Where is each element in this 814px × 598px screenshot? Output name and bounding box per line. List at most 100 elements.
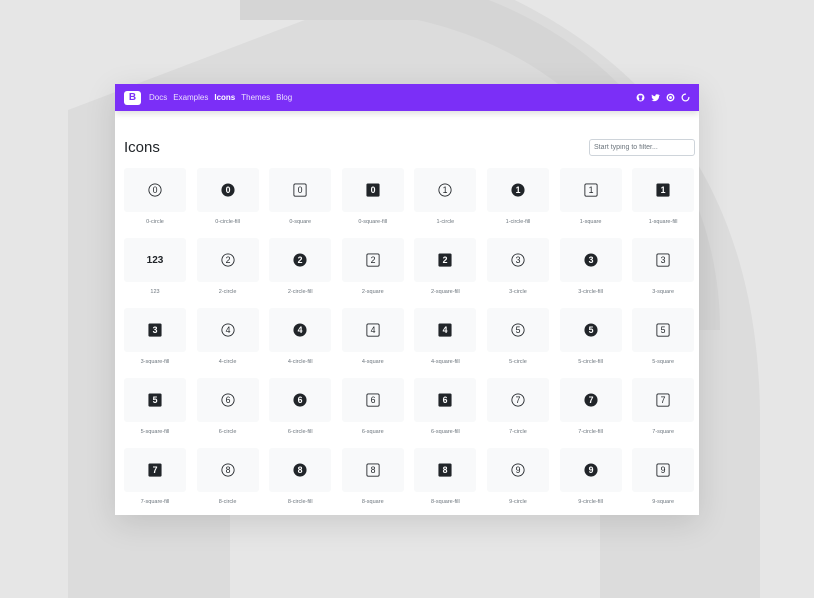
icon-label: 9-circle-fill bbox=[578, 499, 603, 505]
icon-label: 1-square-fill bbox=[648, 219, 678, 225]
7-circle-icon: 7 bbox=[511, 393, 525, 407]
icon-card-8-square[interactable]: 8 8-square bbox=[341, 448, 404, 515]
svg-text:4: 4 bbox=[443, 325, 448, 335]
1-square-fill-icon: 1 bbox=[656, 183, 670, 197]
9-circle-icon: 9 bbox=[511, 463, 525, 477]
icon-card-4-circle[interactable]: 4 4-circle bbox=[196, 308, 259, 378]
8-square-fill-icon: 8 bbox=[438, 463, 452, 477]
icon-label: 3-circle bbox=[509, 289, 527, 295]
icon-card-5-square[interactable]: 5 5-square bbox=[632, 308, 695, 378]
icon-card-1-square-fill[interactable]: 1 1-square-fill bbox=[632, 168, 695, 238]
github-icon[interactable] bbox=[636, 93, 645, 102]
icon-label: 7-circle bbox=[509, 429, 527, 435]
icon-card-3-square-fill[interactable]: 3 3-square-fill bbox=[124, 308, 186, 378]
icon-card-2-circle[interactable]: 2 2-circle bbox=[196, 238, 259, 308]
svg-text:6: 6 bbox=[225, 395, 230, 405]
icon-card-4-circle-fill[interactable]: 4 4-circle-fill bbox=[269, 308, 332, 378]
page-header: Icons bbox=[115, 111, 699, 163]
svg-text:2: 2 bbox=[298, 255, 303, 265]
6-circle-icon: 6 bbox=[221, 393, 235, 407]
icon-card-1-circle-fill[interactable]: 1 1-circle-fill bbox=[486, 168, 549, 238]
7-circle-fill-icon: 7 bbox=[584, 393, 598, 407]
svg-text:1: 1 bbox=[661, 185, 666, 195]
icon-tile: 4 bbox=[341, 308, 404, 352]
icon-tile: 4 bbox=[196, 308, 259, 352]
nav-link-icons[interactable]: Icons bbox=[214, 93, 235, 102]
loading-icon[interactable] bbox=[681, 93, 690, 102]
icon-tile: 2 bbox=[269, 238, 332, 282]
icon-card-123[interactable]: 123 123 bbox=[124, 238, 186, 308]
icon-label: 4-circle-fill bbox=[287, 359, 313, 365]
icon-card-0-square-fill[interactable]: 0 0-square-fill bbox=[341, 168, 404, 238]
icon-card-5-square-fill[interactable]: 5 5-square-fill bbox=[124, 378, 186, 448]
icon-tile: 1 bbox=[559, 168, 622, 212]
1-square-icon: 1 bbox=[584, 183, 598, 197]
icon-card-6-square-fill[interactable]: 6 6-square-fill bbox=[414, 378, 477, 448]
icon-card-7-square-fill[interactable]: 7 7-square-fill bbox=[124, 448, 186, 515]
icon-card-6-square[interactable]: 6 6-square bbox=[341, 378, 404, 448]
twitter-icon[interactable] bbox=[651, 93, 660, 102]
6-circle-fill-icon: 6 bbox=[293, 393, 307, 407]
icon-tile: 123 bbox=[124, 238, 186, 282]
nav-link-blog[interactable]: Blog bbox=[276, 93, 292, 102]
nav-link-examples[interactable]: Examples bbox=[173, 93, 208, 102]
5-circle-icon: 5 bbox=[511, 323, 525, 337]
browser-window: B Docs Examples Icons Themes Blog Icons … bbox=[115, 84, 699, 515]
icon-card-9-circle[interactable]: 9 9-circle bbox=[486, 448, 549, 515]
icon-tile: 5 bbox=[632, 308, 695, 352]
0-square-icon: 0 bbox=[293, 183, 307, 197]
icon-tile: 8 bbox=[414, 448, 477, 492]
svg-text:8: 8 bbox=[225, 465, 230, 475]
icon-card-5-circle[interactable]: 5 5-circle bbox=[486, 308, 549, 378]
icon-card-3-circle[interactable]: 3 3-circle bbox=[486, 238, 549, 308]
9-square-icon: 9 bbox=[656, 463, 670, 477]
icon-label: 4-square-fill bbox=[431, 359, 460, 365]
4-square-fill-icon: 4 bbox=[438, 323, 452, 337]
icon-card-3-circle-fill[interactable]: 3 3-circle-fill bbox=[559, 238, 622, 308]
icon-card-8-circle-fill[interactable]: 8 8-circle-fill bbox=[269, 448, 332, 515]
svg-text:2: 2 bbox=[443, 255, 448, 265]
icon-tile: 4 bbox=[414, 308, 477, 352]
icon-tile: 0 bbox=[124, 168, 186, 212]
icon-label: 5-square bbox=[652, 359, 675, 365]
svg-text:4: 4 bbox=[225, 325, 230, 335]
icon-card-6-circle[interactable]: 6 6-circle bbox=[196, 378, 259, 448]
brand-logo[interactable]: B bbox=[124, 90, 141, 105]
icon-card-4-square[interactable]: 4 4-square bbox=[341, 308, 404, 378]
icon-card-9-square[interactable]: 9 9-square bbox=[632, 448, 695, 515]
icon-card-6-circle-fill[interactable]: 6 6-circle-fill bbox=[269, 378, 332, 448]
icon-label: 5-circle bbox=[509, 359, 527, 365]
icon-card-0-circle[interactable]: 0 0-circle bbox=[124, 168, 186, 238]
icon-tile: 9 bbox=[486, 448, 549, 492]
icon-grid: 0 0-circle 0 0-circle-fill 0 0-square 0 0-squar… bbox=[124, 168, 695, 515]
5-square-fill-icon: 5 bbox=[148, 393, 162, 407]
icon-card-7-circle-fill[interactable]: 7 7-circle-fill bbox=[559, 378, 622, 448]
icon-card-7-square[interactable]: 7 7-square bbox=[632, 378, 695, 448]
icon-card-1-square[interactable]: 1 1-square bbox=[559, 168, 622, 238]
icon-card-8-square-fill[interactable]: 8 8-square-fill bbox=[414, 448, 477, 515]
icon-card-0-circle-fill[interactable]: 0 0-circle-fill bbox=[196, 168, 259, 238]
svg-text:1: 1 bbox=[588, 185, 593, 195]
icon-card-8-circle[interactable]: 8 8-circle bbox=[196, 448, 259, 515]
icon-card-7-circle[interactable]: 7 7-circle bbox=[486, 378, 549, 448]
opencollective-icon[interactable] bbox=[666, 93, 675, 102]
icon-card-1-circle[interactable]: 1 1-circle bbox=[414, 168, 477, 238]
navbar: B Docs Examples Icons Themes Blog bbox=[115, 84, 699, 111]
icon-card-0-square[interactable]: 0 0-square bbox=[269, 168, 332, 238]
icon-tile: 5 bbox=[124, 378, 186, 422]
icon-tile: 1 bbox=[486, 168, 549, 212]
nav-link-themes[interactable]: Themes bbox=[241, 93, 270, 102]
1-circle-icon: 1 bbox=[438, 183, 452, 197]
icon-card-2-square-fill[interactable]: 2 2-square-fill bbox=[414, 238, 477, 308]
icon-card-4-square-fill[interactable]: 4 4-square-fill bbox=[414, 308, 477, 378]
icon-card-3-square[interactable]: 3 3-square bbox=[632, 238, 695, 308]
icon-tile: 4 bbox=[269, 308, 332, 352]
icon-card-5-circle-fill[interactable]: 5 5-circle-fill bbox=[559, 308, 622, 378]
icon-label: 4-square bbox=[361, 359, 384, 365]
icon-card-2-square[interactable]: 2 2-square bbox=[341, 238, 404, 308]
nav-link-docs[interactable]: Docs bbox=[149, 93, 167, 102]
icon-card-9-circle-fill[interactable]: 9 9-circle-fill bbox=[559, 448, 622, 515]
icon-card-2-circle-fill[interactable]: 2 2-circle-fill bbox=[269, 238, 332, 308]
filter-input[interactable] bbox=[589, 139, 695, 156]
6-square-icon: 6 bbox=[366, 393, 380, 407]
